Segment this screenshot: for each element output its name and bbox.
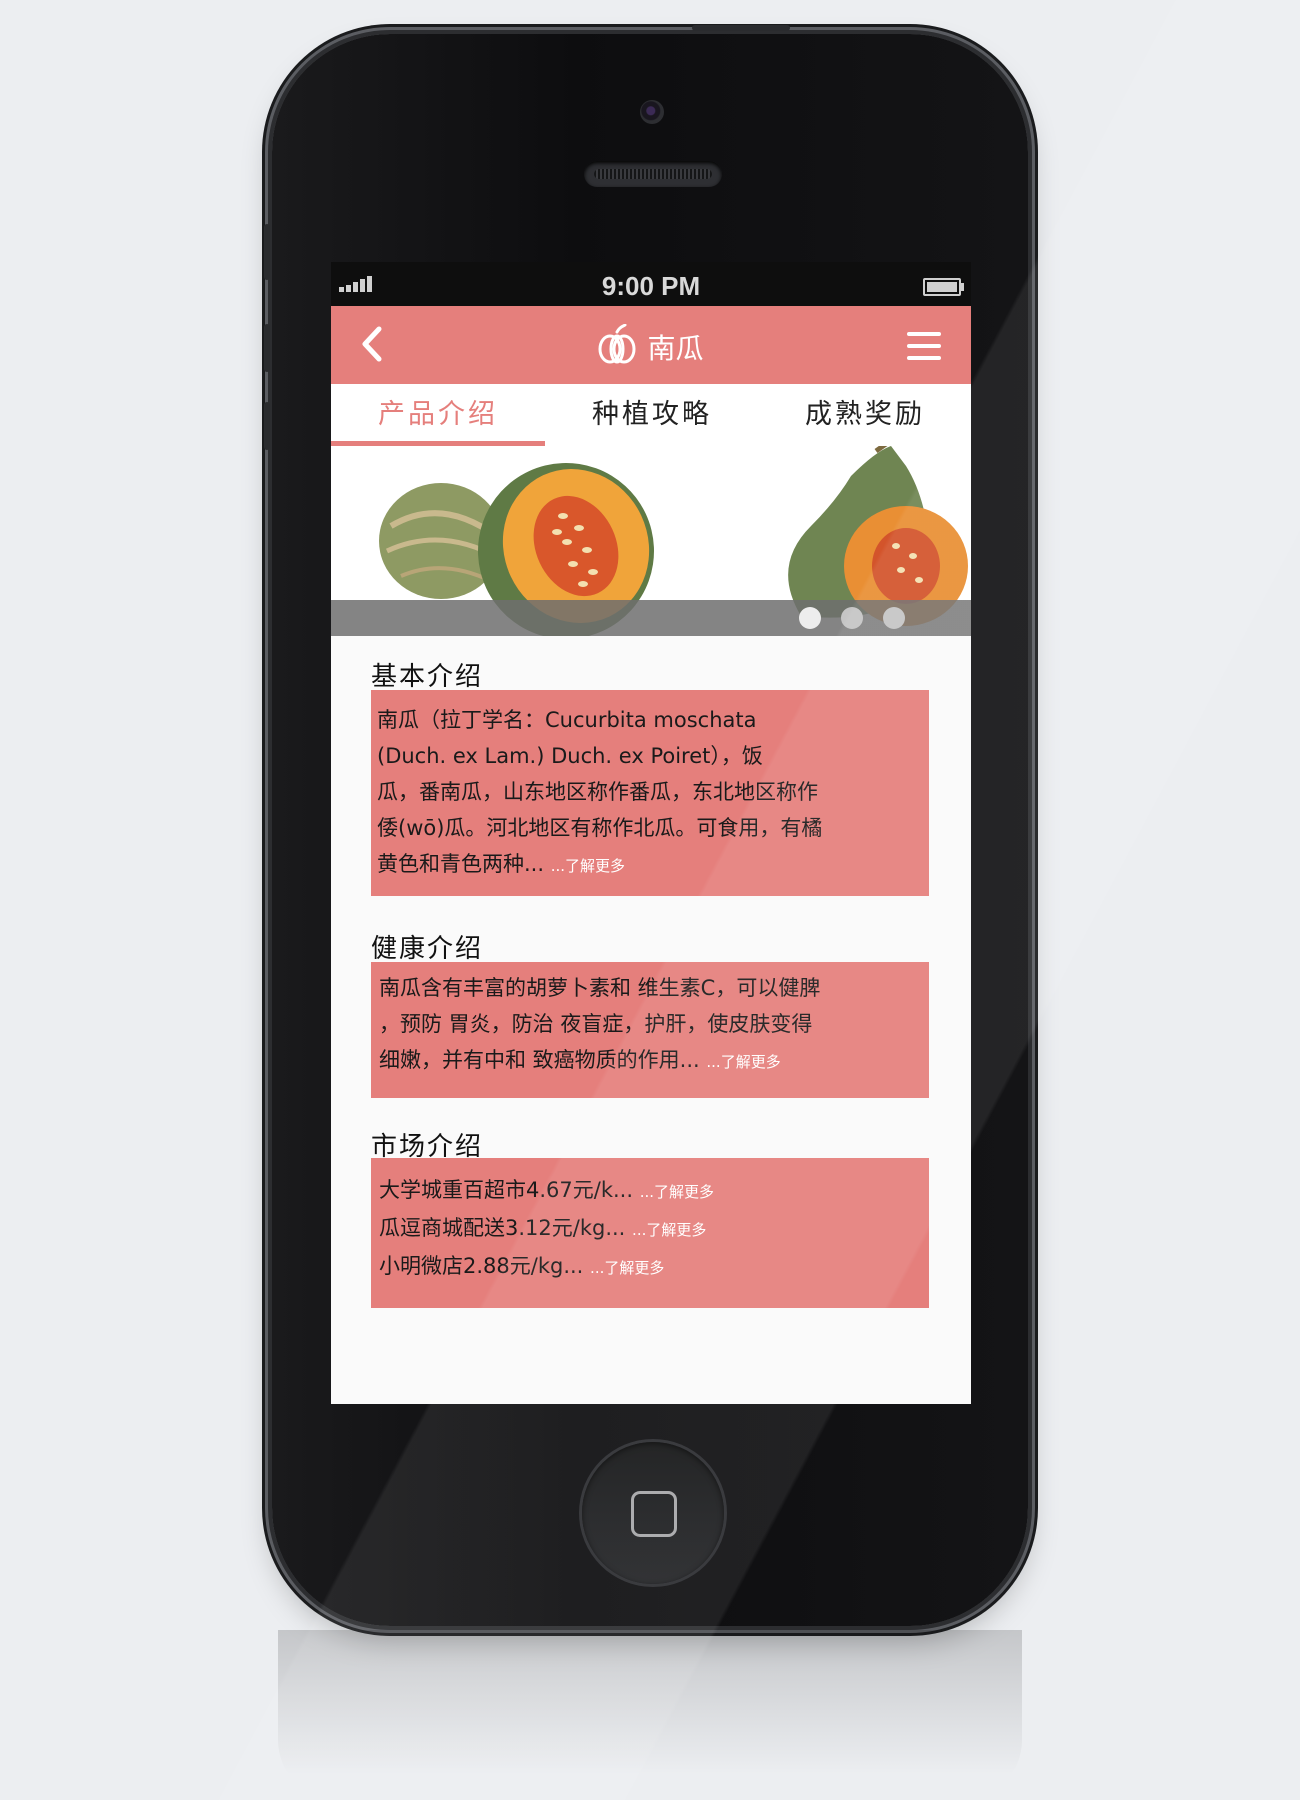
carousel-dot-1[interactable]: [799, 607, 821, 629]
basic-intro-card: 南瓜（拉丁学名：Cucurbita moschata (Duch. ex Lam…: [371, 690, 929, 896]
tab-bar: 产品介绍 种植攻略 成熟奖励: [331, 384, 971, 447]
section-title-health: 健康介绍: [371, 934, 484, 964]
market-list-item: 瓜逗商城配送3.12元/kg... ...了解更多: [379, 1210, 925, 1248]
status-time: 9:00 PM: [601, 271, 701, 301]
health-intro-line: 南瓜含有丰富的胡萝卜素和 维生素C，可以健脾: [379, 976, 821, 1000]
page-title: 南瓜: [647, 332, 704, 365]
market-item-text: 瓜逗商城配送3.12元/kg...: [379, 1216, 626, 1240]
content-area: 基本介绍 南瓜（拉丁学名：Cucurbita moschata (Duch. e…: [331, 636, 971, 1404]
health-intro-line: ，预防 胃炎，防治 夜盲症，护肝，使皮肤变得: [379, 1012, 813, 1036]
section-title-basic: 基本介绍: [371, 662, 484, 692]
basic-intro-line: 黄色和青色两种...: [377, 852, 545, 876]
tab-harvest-reward[interactable]: 成熟奖励: [759, 384, 971, 446]
status-bar: 9:00 PM: [331, 262, 971, 306]
header-title-group: 南瓜: [331, 323, 971, 370]
market-intro-card: 大学城重百超市4.67元/k... ...了解更多 瓜逗商城配送3.12元/kg…: [371, 1158, 929, 1308]
learn-more-link[interactable]: ...了解更多: [632, 1221, 706, 1239]
image-carousel[interactable]: [331, 446, 971, 636]
market-list-item: 小明微店2.88元/kg... ...了解更多: [379, 1248, 925, 1286]
power-button: [692, 25, 790, 31]
market-list-item: 大学城重百超市4.67元/k... ...了解更多: [379, 1172, 925, 1210]
menu-button[interactable]: [907, 332, 941, 360]
home-square-icon: [631, 1491, 677, 1537]
app-header: 南瓜: [331, 306, 971, 384]
volume-down-button: [264, 402, 270, 450]
mute-switch: [264, 224, 270, 280]
front-camera: [640, 100, 664, 124]
battery-icon: [923, 278, 964, 296]
learn-more-link[interactable]: ...了解更多: [590, 1259, 664, 1277]
basic-intro-line: 瓜，番南瓜，山东地区称作番瓜，东北地区称作: [377, 780, 818, 804]
market-item-text: 小明微店2.88元/kg...: [379, 1254, 584, 1278]
basic-intro-line: 南瓜（拉丁学名：Cucurbita moschata: [377, 708, 757, 732]
learn-more-link[interactable]: ...了解更多: [640, 1183, 714, 1201]
tab-product-intro[interactable]: 产品介绍: [331, 384, 545, 446]
basic-intro-line: 倭(wō)瓜。河北地区有称作北瓜。可食用，有橘: [377, 816, 823, 840]
basic-intro-line: (Duch. ex Lam.) Duch. ex Poiret），饭: [377, 744, 763, 768]
health-intro-card: 南瓜含有丰富的胡萝卜素和 维生素C，可以健脾 ，预防 胃炎，防治 夜盲症，护肝，…: [371, 962, 929, 1098]
screen: 9:00 PM 南瓜 产品介绍 种植攻略 成熟奖励 基本介绍 南瓜（拉丁学名：C…: [331, 262, 971, 1404]
health-intro-line: 细嫩，并有中和 致癌物质的作用...: [379, 1048, 700, 1072]
learn-more-link[interactable]: ...了解更多: [706, 1053, 780, 1071]
tab-planting-guide[interactable]: 种植攻略: [545, 384, 759, 446]
earpiece-speaker: [584, 161, 722, 187]
phone-reflection: [278, 1630, 1022, 1800]
carousel-dot-3[interactable]: [883, 607, 905, 629]
learn-more-link[interactable]: ...了解更多: [551, 857, 625, 875]
carousel-dot-2[interactable]: [841, 607, 863, 629]
home-button[interactable]: [582, 1442, 724, 1584]
market-item-text: 大学城重百超市4.67元/k...: [379, 1178, 634, 1202]
pumpkin-logo-icon: [598, 323, 636, 370]
volume-up-button: [264, 324, 270, 372]
carousel-indicator-bar: [331, 600, 971, 636]
